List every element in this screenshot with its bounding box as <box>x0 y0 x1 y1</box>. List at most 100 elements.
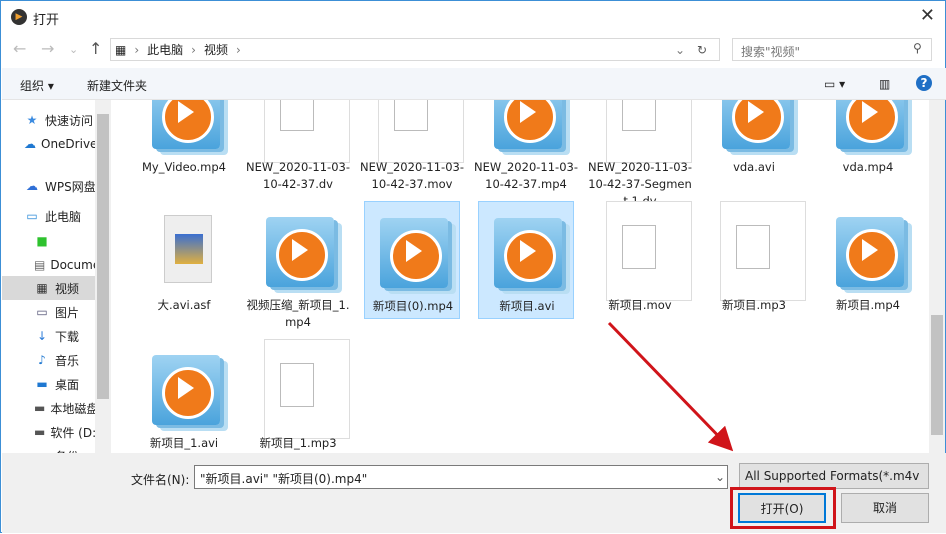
sidebar-item[interactable]: ↓ 下载 <box>2 324 96 348</box>
file-list: My_Video.mp4 NEW_2020-11-03-10-42-37.dv NE… <box>112 100 929 453</box>
file-item[interactable]: 新项目_1.avi <box>136 339 232 453</box>
forward-button[interactable]: → <box>41 39 54 58</box>
file-name: NEW_2020-11-03-10-42-37.dv <box>246 160 350 191</box>
back-button[interactable]: ← <box>13 39 26 58</box>
file-item[interactable]: 新项目.mov <box>592 201 692 319</box>
sidebar-item-label: Documents <box>50 258 96 272</box>
blank-file-icon <box>600 201 692 301</box>
blank-file-icon <box>714 201 806 301</box>
blank-file-icon <box>258 339 350 439</box>
breadcrumb-videos[interactable]: 视频 <box>204 41 228 58</box>
blank-file-icon <box>600 100 692 163</box>
file-name: 新项目.avi <box>499 299 555 313</box>
film-file-icon <box>144 207 224 295</box>
video-file-icon <box>486 100 566 157</box>
file-item[interactable]: NEW_2020-11-03-10-42-37-Segment 1.dv <box>588 100 692 208</box>
sidebar-item[interactable]: ■ <box>2 229 96 253</box>
open-file-dialog: ▶ 打开 ✕ ← → ⌄ ↑ ▦ › 此电脑 › 视频 › ⌄ ↻ 搜索"视频"… <box>0 0 946 533</box>
search-icon: ⚲ <box>913 41 922 55</box>
address-bar[interactable]: ▦ › 此电脑 › 视频 › ⌄ ↻ <box>110 38 720 61</box>
search-input[interactable]: 搜索"视频" <box>732 38 932 61</box>
sidebar-item-icon: ▦ <box>36 281 48 295</box>
refresh-icon[interactable]: ↻ <box>697 43 707 57</box>
sidebar-scrollbar[interactable] <box>95 100 111 453</box>
sidebar-item[interactable]: ▭ 此电脑 <box>2 204 96 228</box>
organize-button[interactable]: 组织 ▾ <box>20 77 54 94</box>
sidebar-item[interactable]: ▬ 桌面 <box>2 372 96 396</box>
sidebar-item[interactable]: ☁ WPS网盘 <box>2 174 96 198</box>
file-item[interactable]: vda.avi <box>706 100 802 181</box>
video-file-icon <box>144 100 224 157</box>
sidebar-item-icon: ▬ <box>34 425 46 439</box>
sidebar-item-label: 桌面 <box>55 377 80 392</box>
file-item[interactable]: 新项目.mp3 <box>706 201 806 319</box>
sidebar-item[interactable]: ▤ Documents <box>2 253 96 277</box>
chevron-icon: › <box>236 42 241 57</box>
view-options-icon[interactable]: ▭ ▾ <box>824 77 845 91</box>
address-dropdown-icon[interactable]: ⌄ <box>675 43 685 57</box>
sidebar-item-label: 本地磁盘 <box>50 401 96 416</box>
sidebar-item-label: OneDrive <box>41 137 96 151</box>
file-name: 新项目(0).mp4 <box>372 299 454 313</box>
filename-input[interactable]: "新项目.avi" "新项目(0).mp4" <box>194 465 728 489</box>
breadcrumb-this-pc[interactable]: 此电脑 <box>147 41 183 58</box>
sidebar-item-label: 软件 (D:) <box>50 425 96 440</box>
file-item[interactable]: NEW_2020-11-03-10-42-37.dv <box>246 100 350 191</box>
file-item[interactable]: 大.avi.asf <box>136 201 232 319</box>
sidebar-item[interactable]: ▬备份 <box>2 444 96 453</box>
sidebar-item-label: 音乐 <box>55 353 80 368</box>
sidebar-item[interactable]: ☁ OneDrive <box>2 132 96 156</box>
file-item[interactable]: 新项目_1.mp3 <box>250 339 350 453</box>
video-file-icon <box>828 100 908 157</box>
sidebar-item-label: 下载 <box>55 329 80 344</box>
video-folder-icon: ▦ <box>115 42 127 57</box>
file-list-scrollbar[interactable] <box>929 100 945 453</box>
file-name: My_Video.mp4 <box>142 160 226 174</box>
file-item[interactable]: NEW_2020-11-03-10-42-37.mp4 <box>474 100 578 191</box>
sidebar-item-icon: ☁ <box>24 137 36 151</box>
file-name: NEW_2020-11-03-10-42-37.mov <box>360 160 464 191</box>
close-button[interactable]: ✕ <box>920 5 935 26</box>
cancel-button[interactable]: 取消 <box>841 493 929 523</box>
sidebar-item-icon: ■ <box>36 234 48 248</box>
sidebar-item-label: 快速访问 <box>45 113 94 128</box>
filename-dropdown-icon[interactable]: ⌄ <box>715 470 725 484</box>
file-item[interactable]: 视频压缩_新项目_1.mp4 <box>247 201 349 329</box>
filename-label: 文件名(N): <box>131 473 190 487</box>
sidebar-item[interactable]: ▬ 本地磁盘 <box>2 396 96 420</box>
file-name: NEW_2020-11-03-10-42-37.mp4 <box>474 160 578 191</box>
file-item[interactable]: 新项目(0).mp4 <box>364 201 460 319</box>
file-item[interactable]: 新项目.avi <box>478 201 574 319</box>
sidebar-item[interactable]: ♪ 音乐 <box>2 348 96 372</box>
dialog-title: 打开 <box>33 13 60 28</box>
help-icon[interactable]: ? <box>916 75 932 91</box>
file-type-select[interactable]: All Supported Formats(*.m4v <box>739 463 929 489</box>
video-file-icon <box>144 345 224 433</box>
sidebar-item[interactable]: ▬ 软件 (D:) <box>2 420 96 444</box>
video-file-icon <box>828 207 908 295</box>
file-name: 新项目_1.avi <box>149 436 219 450</box>
recent-dropdown[interactable]: ⌄ <box>69 43 78 56</box>
file-item[interactable]: 新项目.mp4 <box>820 201 916 319</box>
blank-file-icon <box>258 100 350 163</box>
file-name: vda.mp4 <box>842 160 894 174</box>
file-name: 新项目_1.mp3 <box>259 436 337 450</box>
file-item[interactable]: NEW_2020-11-03-10-42-37.mov <box>360 100 464 191</box>
sidebar-item[interactable]: ▭ 图片 <box>2 300 96 324</box>
preview-pane-icon[interactable]: ▥ <box>879 77 890 91</box>
sidebar-item-label: WPS网盘 <box>45 179 96 194</box>
chevron-icon: › <box>134 42 140 57</box>
sidebar-item-icon: ☁ <box>26 179 38 193</box>
file-name: vda.avi <box>733 160 775 174</box>
file-item[interactable]: My_Video.mp4 <box>136 100 232 181</box>
sidebar-item[interactable]: ▦ 视频 <box>2 276 96 300</box>
file-name: 新项目.mov <box>608 298 672 312</box>
sidebar-item[interactable]: ★ 快速访问 <box>2 108 96 132</box>
chevron-icon: › <box>191 42 196 57</box>
new-folder-button[interactable]: 新建文件夹 <box>87 77 147 94</box>
sidebar-item-icon: ★ <box>26 113 38 127</box>
video-file-icon <box>258 207 338 295</box>
file-item[interactable]: vda.mp4 <box>820 100 916 181</box>
up-button[interactable]: ↑ <box>89 39 102 58</box>
sidebar-item-icon: ↓ <box>36 329 48 343</box>
